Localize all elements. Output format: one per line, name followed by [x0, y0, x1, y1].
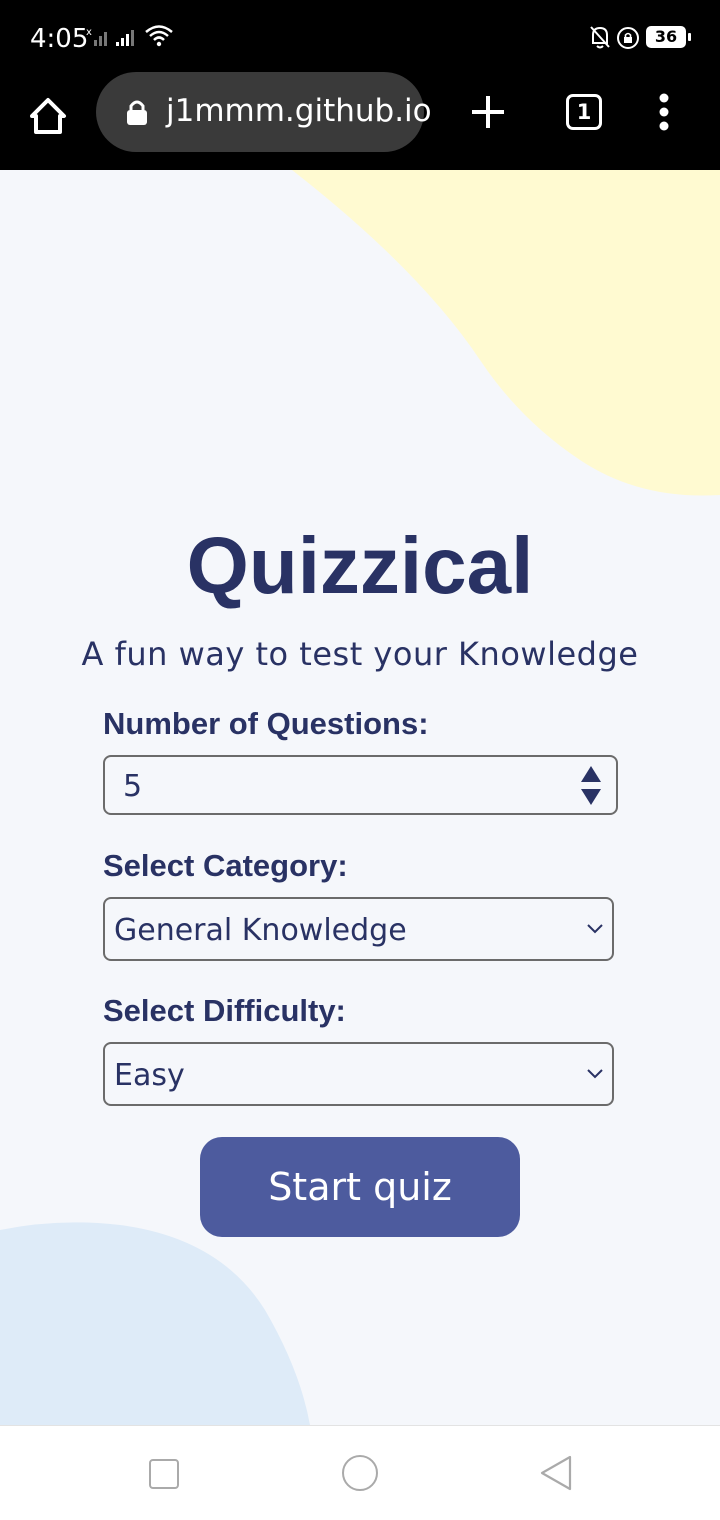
- recent-apps-icon[interactable]: [149, 1459, 179, 1489]
- wifi-icon: [144, 24, 174, 53]
- home-circle-icon[interactable]: [342, 1455, 378, 1491]
- browser-toolbar: j1mmm.github.io 1: [0, 72, 720, 170]
- spin-up-icon[interactable]: [580, 765, 602, 783]
- plus-icon[interactable]: [468, 92, 508, 132]
- signal-no-service-icon: x: [86, 26, 112, 53]
- svg-text:x: x: [86, 27, 92, 38]
- status-bar: 4:05 x 36: [0, 0, 720, 76]
- tabs-icon[interactable]: 1: [566, 94, 602, 130]
- difficulty-label: Select Difficulty:: [103, 993, 346, 1028]
- difficulty-value: Easy: [114, 1058, 185, 1093]
- spin-down-icon[interactable]: [580, 788, 602, 806]
- battery-icon: 36: [646, 26, 686, 48]
- url-text: j1mmm.github.io: [166, 93, 432, 129]
- difficulty-select[interactable]: Easy: [103, 1042, 614, 1106]
- start-quiz-button[interactable]: Start quiz: [200, 1137, 520, 1237]
- questions-number-input[interactable]: 5: [103, 755, 618, 815]
- home-icon[interactable]: [26, 94, 70, 138]
- category-select[interactable]: General Knowledge: [103, 897, 614, 961]
- page-title: Quizzical: [186, 521, 534, 610]
- rotation-lock-icon: [616, 26, 640, 55]
- questions-value: 5: [123, 769, 143, 804]
- signal-icon: [116, 26, 140, 53]
- chevron-down-icon: [587, 924, 603, 934]
- address-bar[interactable]: j1mmm.github.io: [96, 72, 432, 152]
- category-value: General Knowledge: [114, 913, 407, 948]
- status-time: 4:05: [30, 24, 89, 54]
- chevron-down-icon: [587, 1069, 603, 1079]
- system-nav-bar: [0, 1425, 720, 1520]
- page-subtitle: A fun way to test your Knowledge: [81, 635, 639, 673]
- back-triangle-icon[interactable]: [538, 1454, 574, 1492]
- category-label: Select Category:: [103, 848, 348, 883]
- battery-tip: [688, 33, 691, 41]
- overflow-menu-icon[interactable]: [652, 90, 676, 138]
- questions-label: Number of Questions:: [103, 706, 429, 741]
- quiz-page: Quizzical A fun way to test your Knowled…: [0, 170, 720, 1425]
- bell-muted-icon: [588, 24, 612, 55]
- lock-icon: [126, 98, 148, 131]
